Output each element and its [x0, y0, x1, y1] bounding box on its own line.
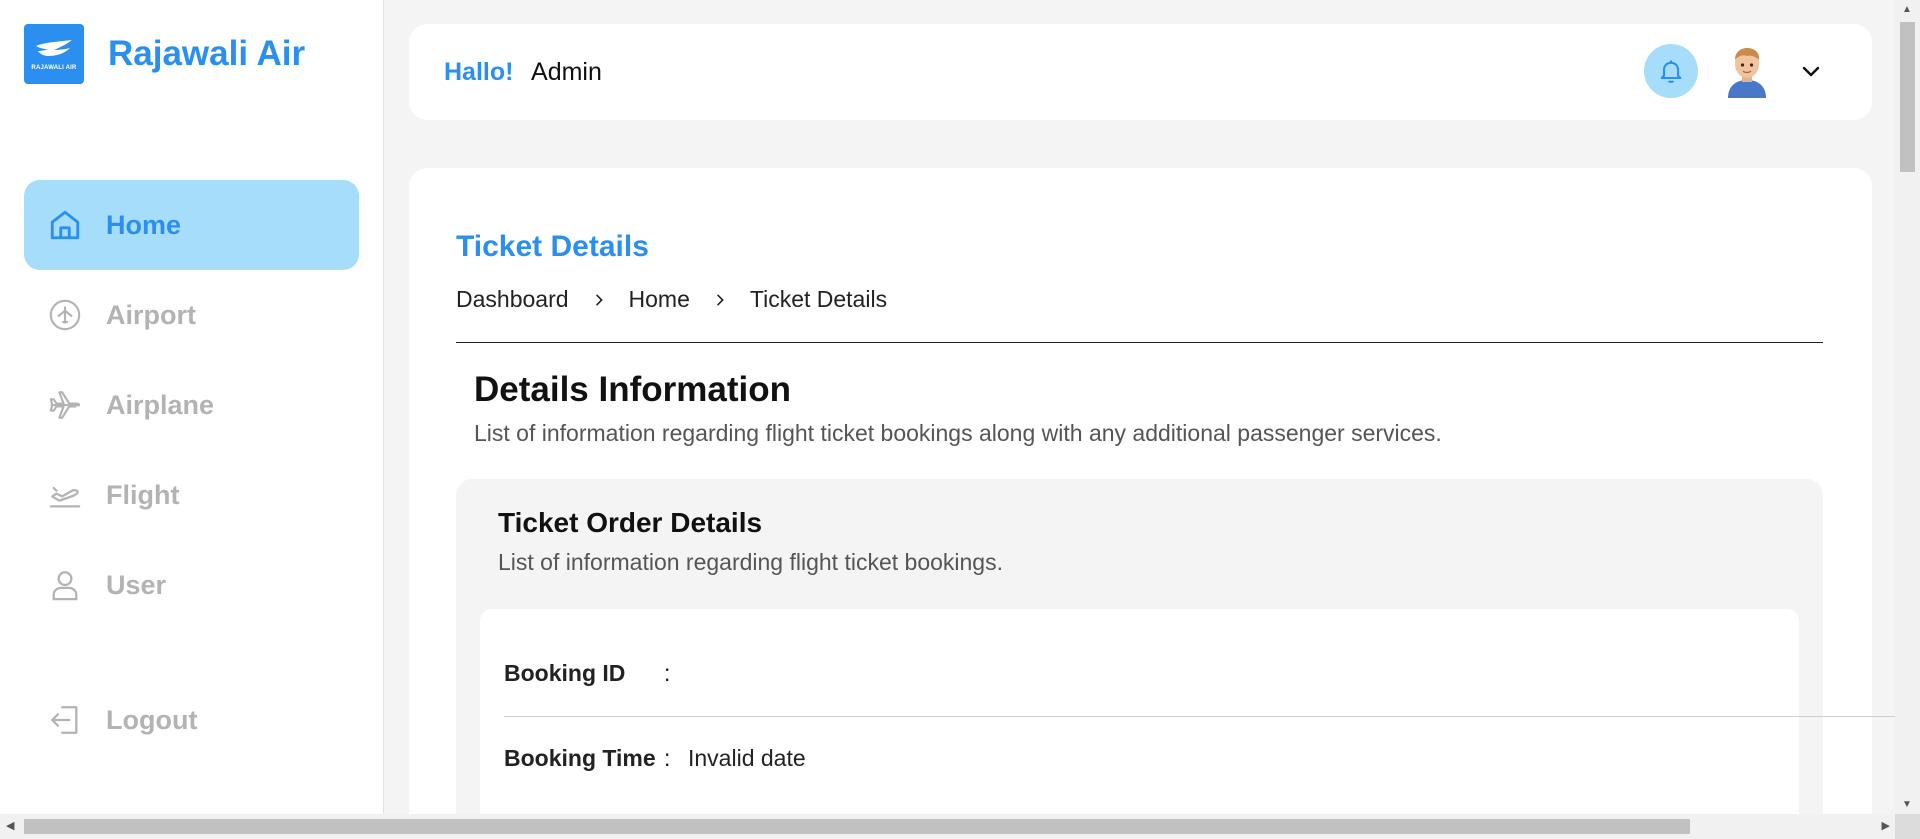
logout-section: Logout — [24, 675, 359, 765]
scroll-up-arrow[interactable]: ▲ — [1902, 4, 1912, 15]
ticket-order-title: Ticket Order Details — [498, 507, 763, 538]
breadcrumb-home[interactable]: Home — [629, 286, 690, 313]
brand-name: Rajawali Air — [108, 34, 306, 73]
ticket-order-panel: Ticket Order Details List of information… — [456, 479, 1904, 828]
logout-label: Logout — [106, 704, 198, 735]
scroll-down-arrow[interactable]: ▼ — [1902, 799, 1912, 810]
details-subtitle: List of information regarding flight tic… — [474, 420, 1442, 446]
detail-label: Booking Time — [504, 745, 656, 771]
eagle-icon — [36, 39, 72, 56]
detail-row-booking-time: Booking Time : Invalid date — [504, 740, 806, 776]
chevron-down-icon — [1802, 66, 1820, 77]
brand-logo: RAJAWALI AIR — [24, 24, 84, 84]
profile-dropdown-toggle[interactable] — [1796, 56, 1826, 86]
home-icon — [48, 208, 82, 242]
breadcrumb: Dashboard Home Ticket Details — [456, 286, 887, 313]
chevron-right-icon — [712, 292, 728, 308]
details-title: Details Information — [474, 370, 791, 409]
divider — [456, 342, 1823, 343]
avatar[interactable] — [1722, 44, 1772, 98]
sidebar-item-label: User — [106, 569, 167, 600]
scrollbar-corner — [1895, 814, 1920, 839]
detail-row-booking-id: Booking ID : — [504, 655, 688, 691]
breadcrumb-current: Ticket Details — [749, 286, 888, 312]
page-title: Ticket Details — [456, 230, 649, 263]
horizontal-scrollbar[interactable]: ◀ ▶ — [0, 814, 1920, 839]
logout-button[interactable]: Logout — [24, 675, 359, 765]
ticket-order-card: Booking ID : Booking Time : Invalid date — [480, 609, 1904, 828]
header-actions — [1644, 44, 1826, 98]
sidebar-item-user[interactable]: User — [24, 540, 359, 630]
main-card: Ticket Details Dashboard Home Ticket Det… — [409, 168, 1904, 828]
flight-departure-icon — [48, 478, 82, 512]
user-name: Admin — [531, 57, 602, 86]
row-divider — [504, 716, 1904, 717]
sidebar-item-label: Airport — [106, 299, 196, 330]
sidebar-item-label: Flight — [106, 479, 180, 510]
avatar-icon — [1728, 48, 1766, 98]
detail-label: Booking ID — [504, 660, 626, 686]
chevron-right-icon — [591, 292, 607, 308]
greeting: Hallo! Admin — [444, 58, 602, 87]
greeting-hallo: Hallo! — [444, 57, 514, 86]
sidebar: RAJAWALI AIR Rajawali Air Home Airport A… — [0, 0, 384, 814]
sidebar-item-home[interactable]: Home — [24, 180, 359, 270]
bell-icon — [1660, 60, 1682, 83]
detail-colon: : — [664, 660, 671, 686]
sidebar-item-airplane[interactable]: Airplane — [24, 360, 359, 450]
ticket-order-subtitle: List of information regarding flight tic… — [498, 549, 1003, 575]
sidebar-item-airport[interactable]: Airport — [24, 270, 359, 360]
top-header: Hallo! Admin — [409, 24, 1872, 120]
vertical-scrollbar-thumb[interactable] — [1900, 22, 1915, 172]
sidebar-item-label: Airplane — [106, 389, 215, 420]
logout-icon — [48, 703, 82, 737]
scroll-right-arrow[interactable]: ▶ — [1882, 819, 1890, 832]
airport-icon — [48, 298, 82, 332]
vertical-scrollbar[interactable]: ▲ ▼ — [1895, 0, 1920, 814]
user-icon — [48, 568, 82, 602]
sidebar-item-flight[interactable]: Flight — [24, 450, 359, 540]
detail-colon: : — [664, 745, 671, 771]
horizontal-scrollbar-thumb[interactable] — [24, 819, 1690, 834]
brand-logo-text: RAJAWALI AIR — [31, 64, 77, 71]
notification-button[interactable] — [1644, 44, 1698, 98]
detail-value: Invalid date — [688, 745, 806, 771]
brand[interactable]: RAJAWALI AIR Rajawali Air — [24, 24, 305, 84]
airplane-icon — [48, 388, 82, 422]
sidebar-item-label: Home — [106, 209, 182, 240]
scroll-left-arrow[interactable]: ◀ — [6, 819, 14, 832]
breadcrumb-dashboard[interactable]: Dashboard — [456, 286, 569, 313]
sidebar-nav: Home Airport Airplane Flight User — [24, 180, 359, 630]
